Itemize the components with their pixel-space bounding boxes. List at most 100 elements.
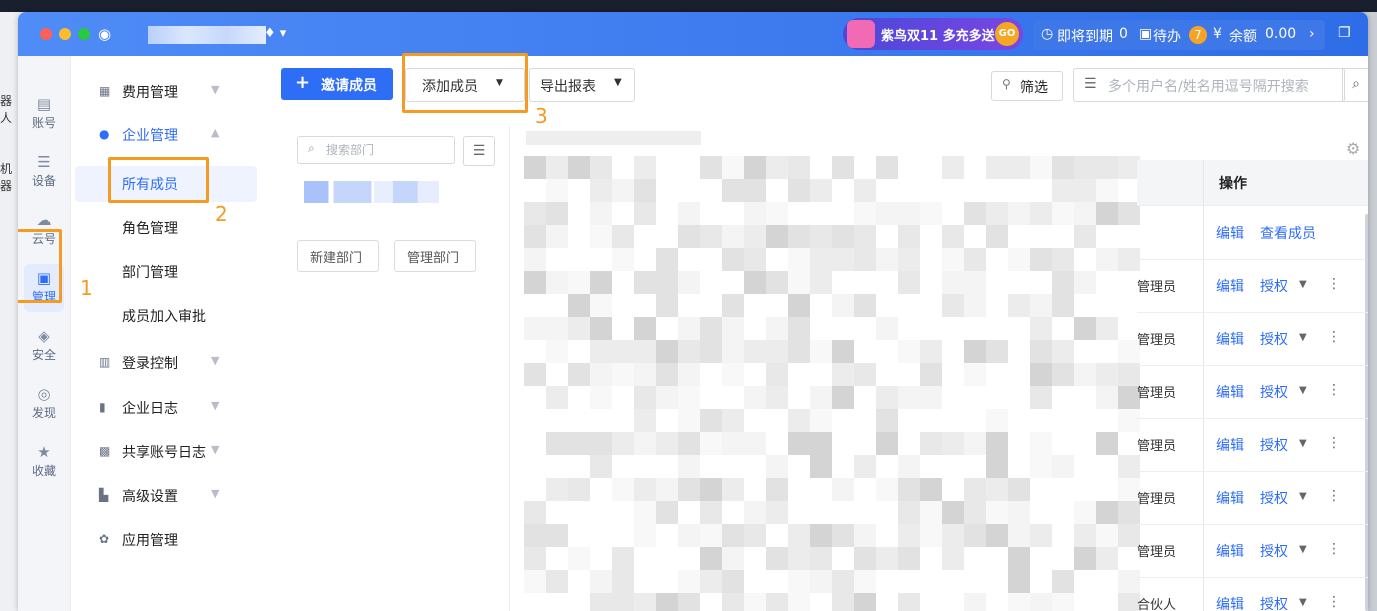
blurred-cell xyxy=(920,340,942,363)
blurred-cell xyxy=(942,156,964,179)
blurred-cell xyxy=(986,225,1008,248)
blurred-cell xyxy=(986,432,1008,455)
blurred-cell xyxy=(700,524,722,547)
search-icon: ⌕ xyxy=(308,141,315,155)
chevron-down-icon: ▼ xyxy=(211,487,220,500)
blurred-cell xyxy=(700,340,722,363)
more-vertical-icon[interactable]: ⋮ xyxy=(1327,488,1341,504)
caret-down-icon: ▼ xyxy=(1299,491,1307,502)
nav-item-enterprise[interactable]: ● 企业管理 ▲ xyxy=(71,117,271,153)
more-vertical-icon[interactable]: ⋮ xyxy=(1327,541,1341,557)
gear-icon[interactable]: ⚙ xyxy=(1346,139,1360,158)
edit-link[interactable]: 编辑 xyxy=(1216,329,1244,349)
blurred-cell xyxy=(1096,501,1118,524)
caret-down-icon: ▼ xyxy=(1299,279,1307,290)
blurred-cell xyxy=(854,547,876,570)
edit-link[interactable]: 编辑 xyxy=(1216,488,1244,508)
todo-label[interactable]: 待办 xyxy=(1153,26,1181,46)
blurred-cell xyxy=(766,547,788,570)
blurred-cell xyxy=(898,386,920,409)
company-name-blurred[interactable] xyxy=(148,26,266,44)
authorize-dropdown[interactable]: 授权 xyxy=(1260,435,1288,455)
invite-member-button[interactable]: + 邀请成员 xyxy=(281,68,393,100)
balance-label[interactable]: 余额 xyxy=(1229,26,1257,46)
table-row: 合伙人 编辑 授权 ▼ ⋮ xyxy=(1137,577,1368,611)
rail-item-security[interactable]: ◈ 安全 xyxy=(24,322,64,370)
maximize-window-button[interactable] xyxy=(78,28,90,40)
more-vertical-icon[interactable]: ⋮ xyxy=(1327,594,1341,610)
blurred-cell xyxy=(634,363,656,386)
edit-link[interactable]: 编辑 xyxy=(1216,541,1244,561)
more-vertical-icon[interactable]: ⋮ xyxy=(1327,382,1341,398)
blurred-cell xyxy=(854,570,876,593)
edit-link[interactable]: 编辑 xyxy=(1216,382,1244,402)
window-mode-icon[interactable]: ❐ xyxy=(1338,25,1351,41)
blurred-cell xyxy=(634,202,656,225)
blurred-cell xyxy=(986,156,1008,179)
nav-item-app-management[interactable]: ✿ 应用管理 xyxy=(71,522,271,558)
rail-item-discover[interactable]: ◎ 发现 xyxy=(24,380,64,428)
chevron-right-icon[interactable]: › xyxy=(1309,26,1315,42)
nav-item-enterprise-log[interactable]: ▮ 企业日志 ▼ xyxy=(71,390,271,426)
blurred-cell xyxy=(854,179,876,202)
blurred-cell xyxy=(568,363,590,386)
blurred-cell xyxy=(876,478,898,501)
promo-banner[interactable]: 紫鸟双11 多充多送 GO xyxy=(843,18,1023,50)
close-window-button[interactable] xyxy=(40,28,52,40)
blurred-cell xyxy=(876,432,898,455)
authorize-dropdown[interactable]: 授权 xyxy=(1260,329,1288,349)
rail-item-favorites[interactable]: ★ 收藏 xyxy=(24,438,64,486)
more-vertical-icon[interactable]: ⋮ xyxy=(1327,329,1341,345)
nav-item-billing[interactable]: ▦ 费用管理 ▼ xyxy=(71,74,271,110)
caret-down-icon: ▼ xyxy=(1299,597,1307,608)
authorize-dropdown[interactable]: 授权 xyxy=(1260,382,1288,402)
blurred-cell xyxy=(876,317,898,340)
nav-item-roles[interactable]: 角色管理 xyxy=(71,210,271,246)
department-search-input[interactable]: ⌕ 搜索部门 xyxy=(297,136,455,164)
blurred-cell xyxy=(634,432,656,455)
nav-item-shared-account-log[interactable]: ▩ 共享账号日志 ▼ xyxy=(71,434,271,470)
more-vertical-icon[interactable]: ⋮ xyxy=(1327,276,1341,292)
blurred-cell xyxy=(524,225,546,248)
blurred-cell xyxy=(788,317,810,340)
blurred-cell xyxy=(722,248,744,271)
blurred-cell xyxy=(590,593,612,611)
search-button[interactable]: ⌕ xyxy=(1342,68,1368,102)
authorize-dropdown[interactable]: 授权 xyxy=(1260,594,1288,611)
edit-link[interactable]: 编辑 xyxy=(1216,435,1244,455)
table-row: 管理员 编辑 授权 ▼ ⋮ xyxy=(1137,418,1368,472)
rail-item-account[interactable]: ▤ 账号 xyxy=(24,90,64,138)
filter-button[interactable]: ⚲ 筛选 xyxy=(991,71,1063,101)
rail-item-device[interactable]: ☰ 设备 xyxy=(24,148,64,196)
edit-link[interactable]: 编辑 xyxy=(1216,223,1244,243)
vip-chevron-down-icon[interactable]: ♦ ▾ xyxy=(264,26,286,41)
promo-go-button[interactable]: GO xyxy=(995,22,1019,46)
minimize-window-button[interactable] xyxy=(59,28,71,40)
blurred-cell xyxy=(854,363,876,386)
authorize-dropdown[interactable]: 授权 xyxy=(1260,541,1288,561)
more-vertical-icon[interactable]: ⋮ xyxy=(1327,435,1341,451)
edit-link[interactable]: 编辑 xyxy=(1216,594,1244,611)
annotation-box-2 xyxy=(108,157,209,203)
new-department-button[interactable]: 新建部门 xyxy=(297,240,379,272)
blurred-cell xyxy=(744,156,766,179)
authorize-dropdown[interactable]: 授权 xyxy=(1260,488,1288,508)
manage-department-button[interactable]: 管理部门 xyxy=(394,240,476,272)
member-search-input[interactable]: ☰ 多个用户名/姓名用逗号隔开搜索 xyxy=(1073,68,1345,102)
expiring-label[interactable]: 即将到期 xyxy=(1057,26,1113,46)
blurred-cell xyxy=(546,570,568,593)
nav-item-login-control[interactable]: ▥ 登录控制 ▼ xyxy=(71,345,271,381)
authorize-dropdown[interactable]: 授权 xyxy=(1260,276,1288,296)
nav-item-join-approval[interactable]: 成员加入审批 xyxy=(71,298,271,334)
export-report-dropdown[interactable]: 导出报表 ▼ xyxy=(529,68,635,102)
nav-item-departments[interactable]: 部门管理 xyxy=(71,254,271,290)
blurred-cell xyxy=(1096,432,1118,455)
blurred-cell xyxy=(524,524,546,547)
blurred-cell xyxy=(964,432,986,455)
nav-item-advanced-settings[interactable]: ▙ 高级设置 ▼ xyxy=(71,478,271,514)
department-tree-blurred[interactable] xyxy=(304,181,439,203)
department-menu-button[interactable]: ☰ xyxy=(463,136,495,166)
view-members-link[interactable]: 查看成员 xyxy=(1260,223,1316,243)
edit-link[interactable]: 编辑 xyxy=(1216,276,1244,296)
app-icon: ✿ xyxy=(99,532,110,546)
